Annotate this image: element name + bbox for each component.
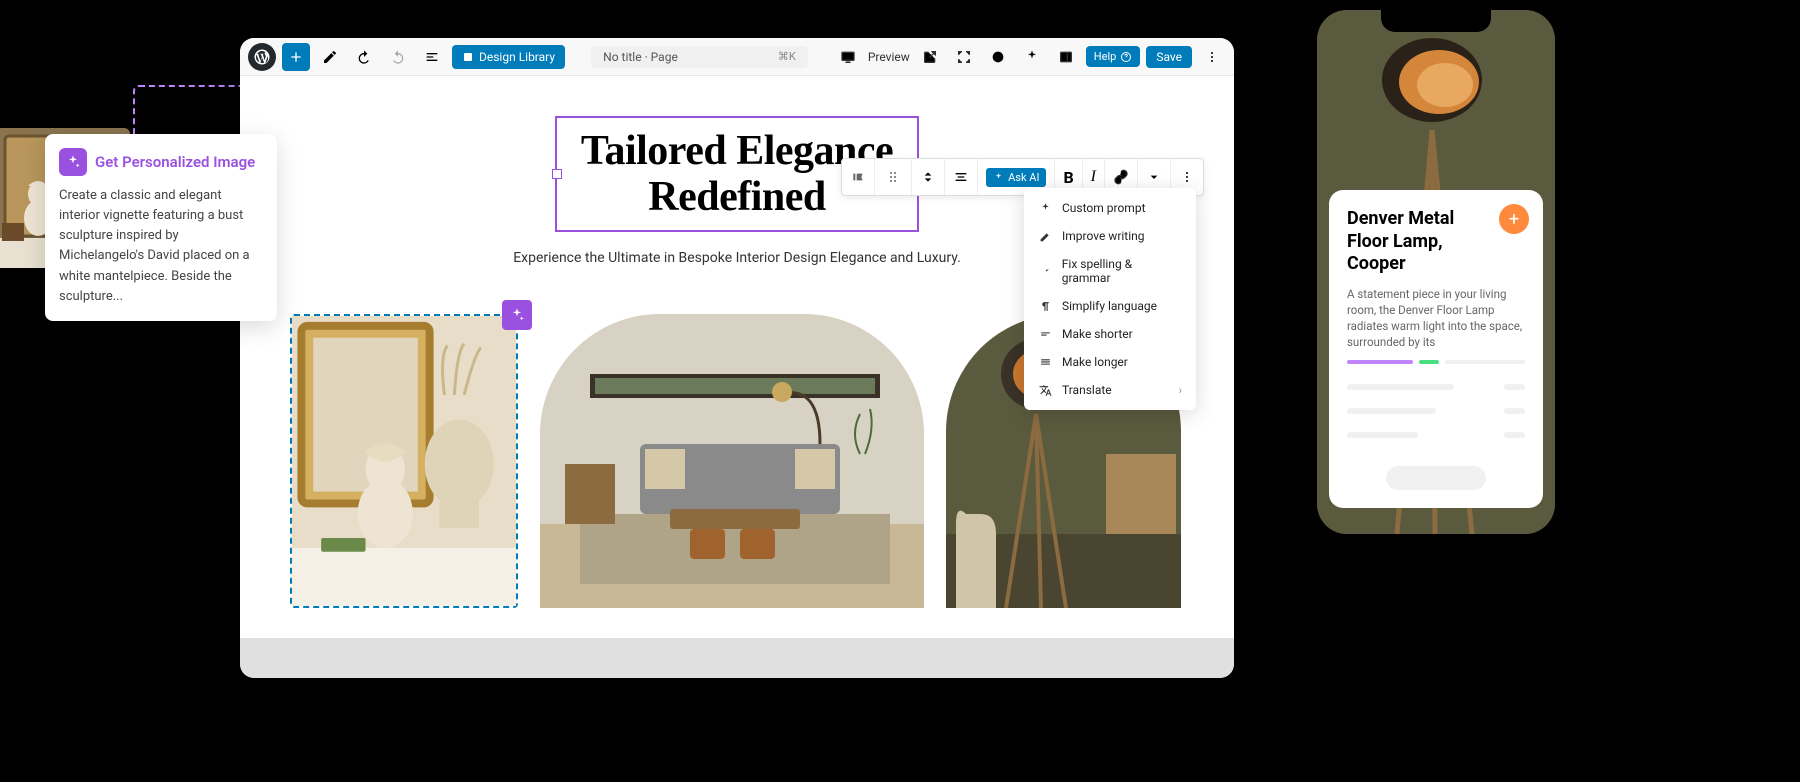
design-library-button[interactable]: Design Library [452,45,565,69]
sidebar-toggle-icon[interactable] [1052,43,1080,71]
redo-button[interactable] [384,43,412,71]
move-arrows-button[interactable] [912,159,945,195]
menu-improve-writing[interactable]: Improve writing [1024,222,1196,250]
fullscreen-icon[interactable] [950,43,978,71]
pen-icon [1038,230,1052,243]
phone-mockup: + Denver Metal Floor Lamp, Cooper A stat… [1307,0,1565,544]
menu-custom-prompt[interactable]: Custom prompt [1024,194,1196,222]
editor-toolbar: Design Library No title · Page ⌘K Previe… [240,38,1234,76]
ai-image-badge-icon[interactable] [502,300,532,330]
sparkles-icon [59,148,87,176]
add-fab-button[interactable]: + [1499,204,1529,234]
skeleton-button [1386,466,1486,490]
menu-make-shorter[interactable]: Make shorter [1024,320,1196,348]
editor-bottom-bar [240,638,1234,678]
save-button[interactable]: Save [1146,46,1192,68]
product-card: + Denver Metal Floor Lamp, Cooper A stat… [1329,190,1543,508]
desktop-view-icon[interactable] [834,43,862,71]
chevron-right-icon: › [1178,383,1182,397]
edit-icon[interactable] [316,43,344,71]
align-button[interactable] [945,159,978,195]
popup-title: Get Personalized Image [95,153,255,171]
drag-handle-icon[interactable] [875,159,912,195]
product-description: A statement piece in your living room, t… [1347,286,1525,350]
add-block-button[interactable] [282,43,310,71]
spellcheck-icon [1038,265,1052,278]
menu-make-longer[interactable]: Make longer [1024,348,1196,376]
dark-mode-toggle[interactable] [984,43,1012,71]
undo-button[interactable] [350,43,378,71]
menu-fix-spelling[interactable]: Fix spelling & grammar [1024,250,1196,292]
gallery-image-1-selected[interactable] [290,314,518,608]
short-text-icon [1038,328,1052,341]
progress-indicator [1347,360,1525,364]
editor-window: Design Library No title · Page ⌘K Previe… [240,38,1234,678]
external-link-icon[interactable] [916,43,944,71]
long-text-icon [1038,356,1052,369]
ai-context-menu: Custom prompt Improve writing Fix spelli… [1024,188,1196,410]
translate-icon [1038,384,1052,397]
phone-notch [1381,10,1491,32]
menu-translate[interactable]: Translate › [1024,376,1196,404]
more-options-icon[interactable] [1198,43,1226,71]
help-button[interactable]: Help [1086,46,1141,67]
block-type-button[interactable] [842,159,875,195]
wordpress-logo-icon[interactable] [248,43,276,71]
menu-simplify[interactable]: Simplify language [1024,292,1196,320]
popup-description: Create a classic and elegant interior vi… [59,186,263,307]
preview-label[interactable]: Preview [868,50,910,64]
document-title-bar[interactable]: No title · Page ⌘K [591,46,808,68]
personalized-image-popup: Get Personalized Image Create a classic … [45,134,277,321]
gallery-image-2[interactable] [540,314,924,608]
list-view-button[interactable] [418,43,446,71]
paragraph-icon [1038,300,1052,313]
ai-sparkles-icon[interactable] [1018,43,1046,71]
sparkles-icon [1038,202,1052,215]
